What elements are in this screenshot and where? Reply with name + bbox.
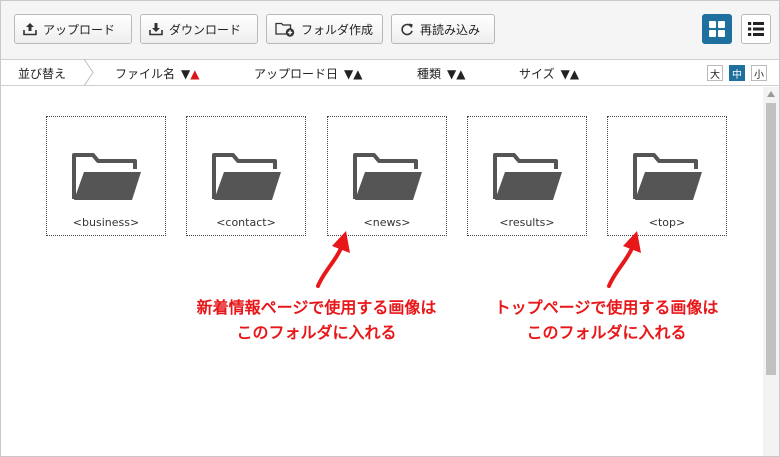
sort-column-label: サイズ bbox=[519, 67, 555, 81]
grid-view-button[interactable] bbox=[702, 14, 732, 44]
folder-item-results[interactable]: <results> bbox=[467, 116, 587, 236]
sort-label: 並び替え bbox=[18, 67, 67, 81]
folder-name: <business> bbox=[72, 216, 140, 229]
sort-column-type[interactable]: 種類 ▼▲ bbox=[417, 65, 465, 82]
new-folder-icon bbox=[275, 22, 295, 37]
folder-icon bbox=[493, 153, 562, 200]
annotation-top: トップページで使用する画像は このフォルダに入れる bbox=[479, 295, 734, 345]
folder-icon bbox=[353, 153, 422, 200]
list-icon bbox=[748, 22, 764, 36]
folder-icon bbox=[633, 153, 702, 200]
annotation-line: 新着情報ページで使用する画像は bbox=[196, 298, 437, 317]
toolbar: アップロード ダウンロード フォルダ作成 再読み込み bbox=[1, 1, 779, 59]
scrollbar-thumb[interactable] bbox=[766, 103, 776, 375]
reload-label: 再読み込み bbox=[420, 22, 481, 37]
size-small-button[interactable]: 小 bbox=[751, 65, 767, 81]
chevron-right-icon bbox=[83, 59, 94, 86]
sort-desc-arrow[interactable]: ▼ bbox=[447, 67, 456, 81]
sort-asc-arrow[interactable]: ▲ bbox=[456, 67, 465, 81]
annotation-line: このフォルダに入れる bbox=[526, 323, 687, 342]
sort-column-label: 種類 bbox=[417, 67, 442, 81]
download-button[interactable]: ダウンロード bbox=[140, 14, 258, 44]
sort-column-label: ファイル名 bbox=[115, 67, 176, 81]
sort-desc-arrow[interactable]: ▼ bbox=[344, 67, 353, 81]
upload-icon bbox=[23, 23, 37, 36]
annotation-line: トップページで使用する画像は bbox=[494, 298, 719, 317]
upload-button[interactable]: アップロード bbox=[14, 14, 132, 44]
sort-column-size[interactable]: サイズ ▼▲ bbox=[519, 65, 579, 82]
folder-icon bbox=[72, 153, 141, 200]
size-medium-button[interactable]: 中 bbox=[729, 65, 745, 81]
size-large-button[interactable]: 大 bbox=[707, 65, 723, 81]
folder-icon bbox=[212, 153, 281, 200]
sort-desc-arrow[interactable]: ▼ bbox=[561, 67, 570, 81]
folder-item-top[interactable]: <top> bbox=[607, 116, 727, 236]
grid-icon bbox=[709, 21, 725, 37]
reload-icon bbox=[401, 23, 413, 36]
new-folder-button[interactable]: フォルダ作成 bbox=[266, 14, 383, 44]
list-view-button[interactable] bbox=[741, 14, 771, 44]
file-manager-window: アップロード ダウンロード フォルダ作成 再読み込み 並び替え ファイル名 ▼▲… bbox=[0, 0, 780, 457]
reload-button[interactable]: 再読み込み bbox=[391, 14, 495, 44]
sort-column-label: アップロード日 bbox=[254, 67, 339, 81]
sort-asc-arrow[interactable]: ▲ bbox=[570, 67, 579, 81]
new-folder-label: フォルダ作成 bbox=[301, 22, 374, 37]
upload-label: アップロード bbox=[43, 22, 116, 37]
annotation-line: このフォルダに入れる bbox=[236, 323, 397, 342]
annotation-news: 新着情報ページで使用する画像は このフォルダに入れる bbox=[184, 295, 449, 345]
vertical-scrollbar[interactable] bbox=[763, 87, 779, 456]
folder-item-contact[interactable]: <contact> bbox=[186, 116, 306, 236]
sort-column-upload-date[interactable]: アップロード日 ▼▲ bbox=[254, 65, 362, 82]
sort-asc-arrow[interactable]: ▲ bbox=[353, 67, 362, 81]
download-label: ダウンロード bbox=[169, 22, 242, 37]
sort-asc-arrow-active[interactable]: ▲ bbox=[190, 67, 199, 81]
folder-name: <results> bbox=[499, 216, 555, 229]
folder-name: <contact> bbox=[216, 216, 276, 229]
annotation-arrow-news bbox=[316, 231, 350, 288]
download-icon bbox=[149, 23, 163, 36]
folder-item-business[interactable]: <business> bbox=[46, 116, 166, 236]
sort-bar: 並び替え ファイル名 ▼▲ アップロード日 ▼▲ 種類 ▼▲ サイズ ▼▲ 大 中 小 bbox=[1, 59, 779, 86]
annotation-arrow-top bbox=[607, 231, 641, 288]
scroll-up-icon[interactable] bbox=[767, 91, 775, 97]
folder-item-news[interactable]: <news> bbox=[327, 116, 447, 236]
sort-desc-arrow[interactable]: ▼ bbox=[181, 67, 190, 81]
sort-column-filename[interactable]: ファイル名 ▼▲ bbox=[115, 65, 199, 82]
